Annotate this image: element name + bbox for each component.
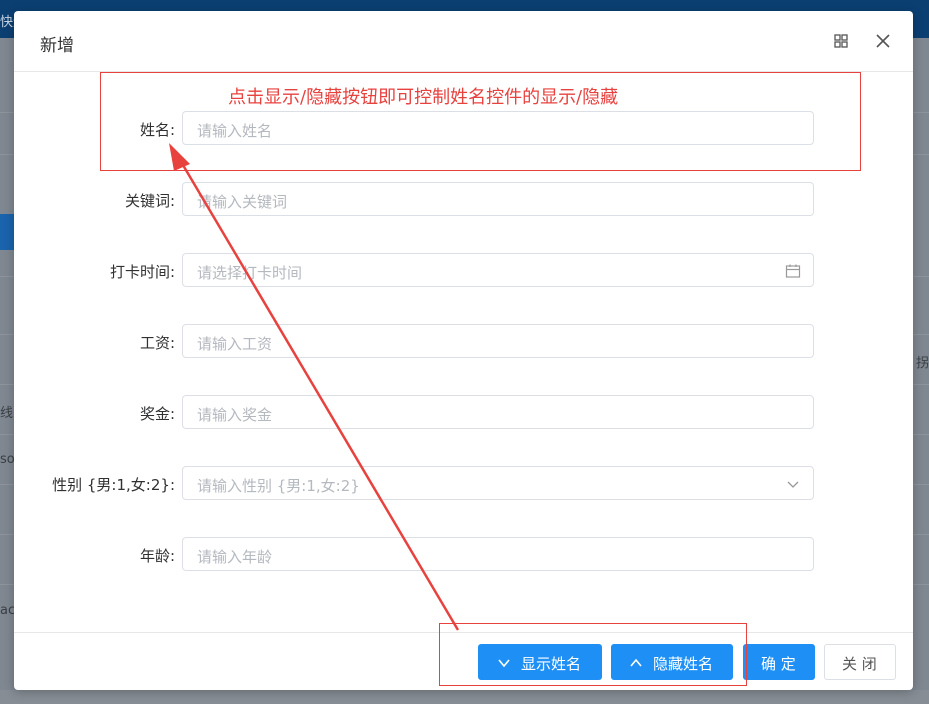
annotation-arrow-icon xyxy=(169,143,460,631)
